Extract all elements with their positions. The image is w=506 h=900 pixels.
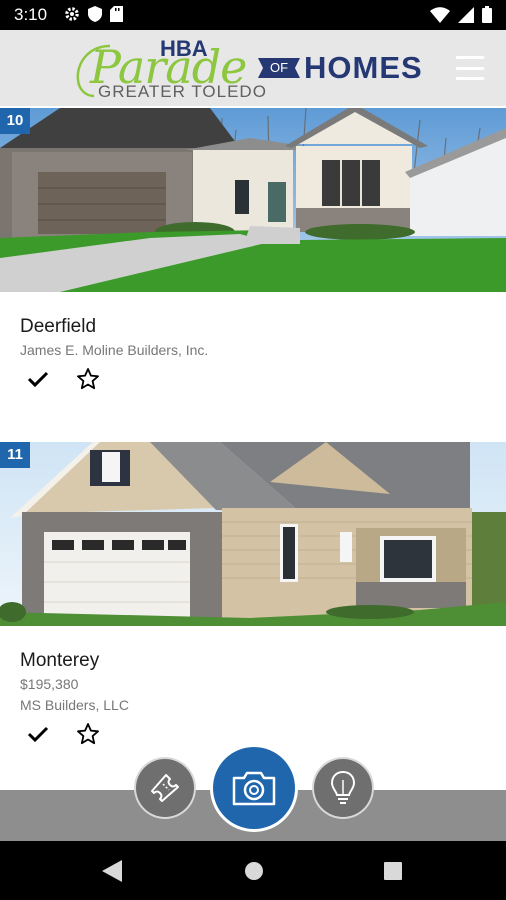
status-bar: 3:10: [0, 0, 506, 30]
status-icons-left: [64, 6, 123, 22]
star-outline-icon[interactable]: [76, 722, 100, 746]
home-photo-image: [0, 108, 506, 292]
builder-name: MS Builders, LLC: [20, 697, 129, 713]
recents-icon[interactable]: [384, 862, 402, 880]
camera-button[interactable]: [213, 747, 295, 829]
lightbulb-icon: [330, 770, 356, 804]
logo-greater-toledo: GREATER TOLEDO: [98, 82, 267, 101]
home-photo-image: [0, 442, 506, 626]
system-nav-bar: [0, 841, 506, 900]
listing-number-badge: 11: [0, 442, 30, 468]
check-icon[interactable]: [26, 722, 50, 746]
logo-of: OF: [258, 58, 300, 78]
list-item[interactable]: 10 Deerfield James E. Moline Builders, I…: [0, 108, 506, 413]
parade-of-homes-logo: Parade HBA OF HOMES GREATER TOLEDO: [72, 34, 442, 102]
hamburger-menu-icon[interactable]: [456, 56, 484, 80]
home-name: Deerfield: [20, 316, 97, 337]
battery-icon: [482, 6, 492, 23]
check-icon[interactable]: [26, 367, 50, 391]
back-icon[interactable]: [102, 860, 122, 882]
status-icons-right: [430, 6, 492, 23]
home-name: Monterey: [20, 650, 100, 671]
home-photo[interactable]: 11: [0, 442, 506, 626]
builder-name: James E. Moline Builders, Inc.: [20, 342, 209, 358]
tickets-button[interactable]: [136, 759, 194, 817]
gear-icon: [65, 7, 79, 21]
signal-icon: [458, 6, 474, 23]
home-price: $195,380: [20, 676, 79, 692]
wifi-icon: [430, 6, 450, 23]
sd-card-icon: [110, 6, 123, 22]
app-header: Parade HBA OF HOMES GREATER TOLEDO: [0, 30, 506, 106]
home-photo[interactable]: 10: [0, 108, 506, 292]
tips-button[interactable]: [314, 759, 372, 817]
status-time: 3:10: [14, 5, 48, 24]
camera-icon: [232, 771, 276, 806]
shield-icon: [88, 6, 102, 22]
list-item[interactable]: 11 Monterey $195,380 MS Builders, LLC: [0, 442, 506, 790]
logo-hba: HBA: [160, 36, 208, 61]
star-outline-icon[interactable]: [76, 367, 100, 391]
home-icon[interactable]: [244, 861, 264, 881]
logo-homes: HOMES: [304, 50, 423, 85]
ticket-icon: [151, 774, 179, 802]
listing-number-badge: 10: [0, 108, 30, 134]
